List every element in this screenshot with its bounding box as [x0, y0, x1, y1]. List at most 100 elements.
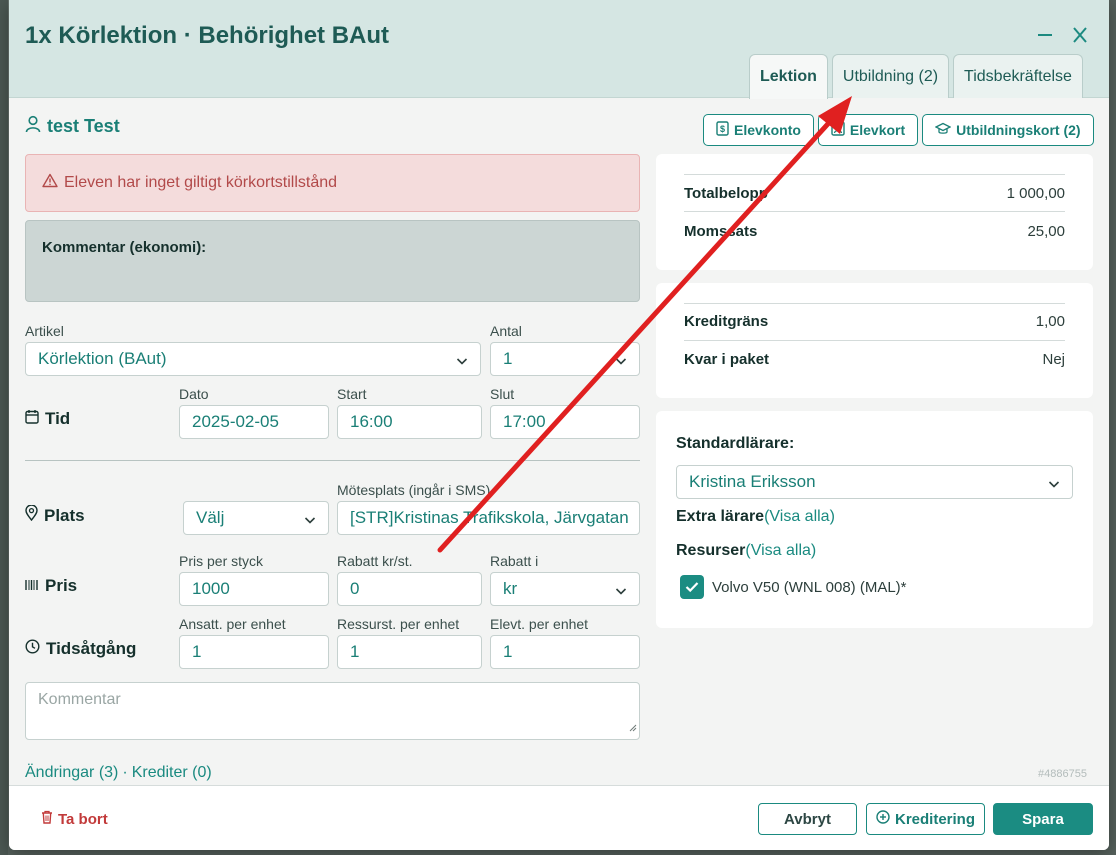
credit-button[interactable]: Kreditering	[866, 803, 985, 835]
resources-label: Resurser	[676, 542, 746, 559]
resource-checkbox-row[interactable]: Volvo V50 (WNL 008) (MAL)*	[680, 575, 907, 599]
student-actions: $ Elevkonto Elevkort Utbildningskort (2)	[703, 114, 1094, 146]
discount-input[interactable]: 0	[337, 572, 482, 606]
employee-per-unit-label: Ansatt. per enhet	[179, 616, 286, 632]
package-label: Kvar i paket	[684, 351, 770, 368]
date-input[interactable]: 2025-02-05	[179, 405, 329, 439]
total-label: Totalbelopp	[684, 185, 768, 202]
credits-link[interactable]: Krediter (0)	[132, 764, 212, 782]
lesson-modal: 1x Körlektion · Behörighet BAut Lektion …	[9, 0, 1109, 850]
place-heading-label: Plats	[44, 505, 85, 525]
default-teacher-select[interactable]: Kristina Eriksson	[676, 465, 1073, 499]
section-divider	[25, 460, 640, 461]
card-rule	[684, 303, 1065, 304]
vat-label: Momssats	[684, 223, 758, 240]
plus-circle-icon	[876, 810, 890, 828]
card-rule	[684, 174, 1065, 175]
discount-label: Rabatt kr/st.	[337, 553, 413, 569]
extra-teacher-show-all-link[interactable]: (Visa alla)	[764, 508, 835, 525]
extra-teacher-row: Extra lärare(Visa alla)	[676, 508, 835, 526]
extra-teacher-label: Extra lärare	[676, 508, 765, 525]
place-select[interactable]: Välj	[183, 501, 329, 535]
end-label: Slut	[490, 386, 515, 402]
calendar-icon	[25, 409, 39, 429]
save-label: Spara	[1022, 810, 1064, 828]
price-heading: Pris	[25, 576, 77, 596]
place-heading: Plats	[25, 504, 85, 526]
modal-title: 1x Körlektion · Behörighet BAut	[25, 22, 390, 49]
card-rule	[684, 340, 1065, 341]
backdrop-edge-right	[1108, 0, 1116, 855]
start-time-input[interactable]: 16:00	[337, 405, 482, 439]
student-name-row[interactable]: test Test	[25, 115, 120, 138]
comment-placeholder: Kommentar	[38, 691, 121, 708]
backdrop-edge-left	[0, 0, 8, 855]
quantity-select[interactable]: 1	[490, 342, 640, 376]
minimize-icon[interactable]	[1036, 24, 1054, 50]
delete-label: Ta bort	[58, 810, 108, 828]
tab-lektion[interactable]: Lektion	[749, 54, 828, 99]
place-select-value: Välj	[196, 508, 225, 527]
article-select[interactable]: Körlektion (BAut)	[25, 342, 481, 376]
discount-unit-label: Rabatt i	[490, 553, 539, 569]
end-time-input[interactable]: 17:00	[490, 405, 640, 439]
summary-card: Totalbelopp 1 000,00 Momssats 25,00	[656, 154, 1093, 270]
student-account-label: Elevkonto	[734, 122, 801, 138]
cancel-label: Avbryt	[784, 810, 831, 828]
discount-unit-select[interactable]: kr	[490, 572, 640, 606]
changes-link[interactable]: Ändringar (3)	[25, 764, 118, 782]
modal-tabs: Lektion Utbildning (2) Tidsbekräftelse	[749, 54, 1083, 99]
student-account-button[interactable]: $ Elevkonto	[703, 114, 814, 146]
cancel-button[interactable]: Avbryt	[758, 803, 857, 835]
history-links: Ändringar (3) · Krediter (0)	[25, 764, 212, 782]
student-card-label: Elevkort	[849, 122, 906, 138]
article-label: Artikel	[25, 323, 64, 339]
resources-show-all-link[interactable]: (Visa alla)	[745, 542, 816, 559]
time-heading-label: Tid	[45, 409, 71, 428]
default-teacher-value: Kristina Eriksson	[689, 472, 816, 491]
delete-button[interactable]: Ta bort	[41, 810, 108, 828]
student-name: test Test	[47, 116, 120, 136]
chevron-down-icon	[615, 352, 627, 372]
clock-icon	[25, 639, 40, 659]
employee-per-unit-input[interactable]: 1	[179, 635, 329, 669]
package-row: Kvar i paket Nej	[684, 351, 1065, 368]
credit-card: Kreditgräns 1,00 Kvar i paket Nej	[656, 283, 1093, 398]
chevron-down-icon	[304, 511, 316, 531]
map-pin-icon	[25, 504, 38, 526]
unit-price-input[interactable]: 1000	[179, 572, 329, 606]
quantity-label: Antal	[490, 323, 522, 339]
tab-tidsbekraftelse[interactable]: Tidsbekräftelse	[953, 54, 1083, 98]
unit-price-label: Pris per styck	[179, 553, 264, 569]
economy-comment-label: Kommentar (ekonomi):	[42, 239, 207, 256]
price-heading-label: Pris	[45, 576, 78, 595]
resources-row: Resurser(Visa alla)	[676, 542, 816, 560]
meeting-place-input[interactable]: [STR]Kristinas Trafikskola, Järvgatan	[337, 501, 640, 535]
student-card-button[interactable]: Elevkort	[817, 114, 919, 146]
check-icon	[685, 582, 699, 593]
comment-textarea[interactable]: Kommentar	[25, 682, 640, 740]
resize-grip-icon[interactable]	[629, 719, 637, 737]
save-button[interactable]: Spara	[993, 803, 1093, 835]
credit-limit-value: 1,00	[1035, 313, 1065, 330]
discount-unit-value: kr	[503, 579, 518, 598]
package-value: Nej	[1042, 351, 1065, 368]
vat-value: 25,00	[1027, 223, 1065, 240]
chevron-down-icon	[1048, 475, 1060, 495]
resource-per-unit-input[interactable]: 1	[337, 635, 482, 669]
close-icon[interactable]	[1071, 24, 1089, 50]
tab-utbildning[interactable]: Utbildning (2)	[831, 54, 950, 98]
record-id: #4886755	[1038, 768, 1087, 780]
card-rule	[684, 211, 1065, 212]
resource-checkbox[interactable]	[680, 575, 704, 599]
user-icon	[25, 115, 41, 138]
total-row: Totalbelopp 1 000,00	[684, 185, 1065, 202]
student-per-unit-input[interactable]: 1	[490, 635, 640, 669]
education-card-label: Utbildningskort (2)	[956, 122, 1081, 138]
time-usage-heading: Tidsåtgång	[25, 639, 136, 659]
id-card-icon	[831, 121, 845, 139]
graduation-cap-icon	[934, 122, 952, 138]
economy-comment-box: Kommentar (ekonomi):	[25, 220, 640, 302]
barcode-icon	[25, 576, 39, 596]
education-card-button[interactable]: Utbildningskort (2)	[922, 114, 1094, 146]
